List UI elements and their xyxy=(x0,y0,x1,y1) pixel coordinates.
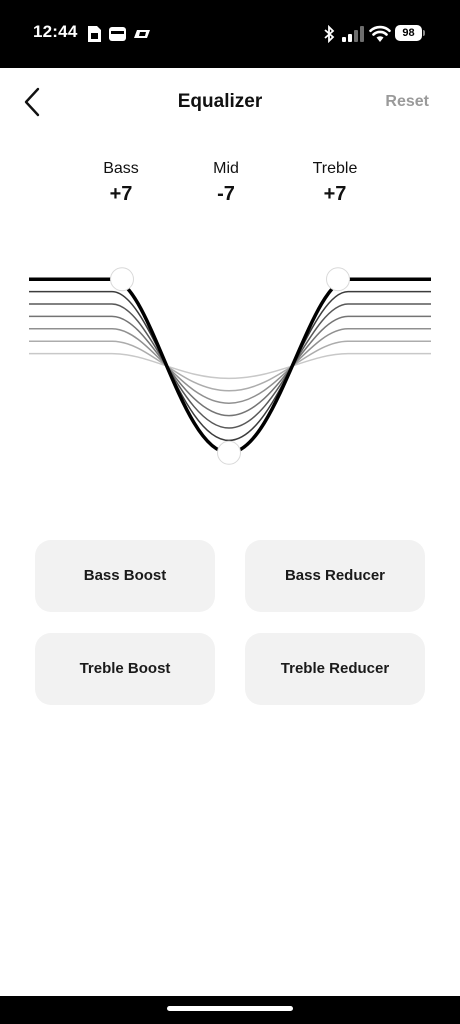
band-treble-value: +7 xyxy=(323,183,347,205)
bluetooth-icon xyxy=(324,25,335,43)
preset-bass-boost-button[interactable]: Bass Boost xyxy=(35,540,215,612)
eq-curve-ghost xyxy=(29,303,431,429)
status-bar: 12:44 98 xyxy=(0,0,460,68)
battery-icon: 98 xyxy=(395,25,422,41)
eq-handles xyxy=(110,267,350,465)
eq-curve-ghost xyxy=(29,352,431,380)
band-treble-label: Treble xyxy=(312,160,358,177)
eq-curve-ghost xyxy=(29,328,431,404)
preset-bass-reducer-button[interactable]: Bass Reducer xyxy=(245,540,425,612)
eq-curve-ghost xyxy=(29,290,431,442)
eq-curve-active xyxy=(29,277,431,455)
bose-logo-icon xyxy=(134,30,150,38)
band-treble: Treble +7 xyxy=(290,160,380,206)
preset-treble-reducer-button[interactable]: Treble Reducer xyxy=(245,633,425,705)
band-mid: Mid -7 xyxy=(181,160,271,206)
wallet-icon xyxy=(109,27,126,41)
band-bass-label: Bass xyxy=(103,160,139,177)
home-indicator[interactable] xyxy=(167,1006,293,1011)
band-mid-label: Mid xyxy=(213,160,239,177)
signal-bars-icon xyxy=(342,26,364,42)
eq-handle-treble[interactable] xyxy=(326,267,350,292)
band-bass-value: +7 xyxy=(109,183,133,205)
phone-screen: 12:44 98 Equalizer Reset Bass +7 Mid -7 … xyxy=(0,0,460,1024)
status-time: 12:44 xyxy=(33,22,78,41)
battery-tip xyxy=(423,30,425,36)
eq-curves xyxy=(29,277,431,455)
eq-curve-ghost xyxy=(29,340,431,392)
eq-handle-mid[interactable] xyxy=(217,440,241,465)
battery-level: 98 xyxy=(402,27,415,39)
wifi-icon xyxy=(369,25,391,42)
eq-handle-bass[interactable] xyxy=(110,267,134,292)
reset-button[interactable]: Reset xyxy=(385,93,429,111)
band-mid-value: -7 xyxy=(217,183,235,205)
eq-curve-ghost xyxy=(29,315,431,417)
preset-treble-boost-button[interactable]: Treble Boost xyxy=(35,633,215,705)
sim-card-icon xyxy=(88,26,101,42)
band-bass: Bass +7 xyxy=(76,160,166,206)
equalizer-screen: Equalizer Reset Bass +7 Mid -7 Treble +7… xyxy=(0,68,460,996)
home-bar xyxy=(0,996,460,1024)
eq-curve-graph[interactable] xyxy=(0,248,460,488)
page-title: Equalizer xyxy=(177,91,263,112)
